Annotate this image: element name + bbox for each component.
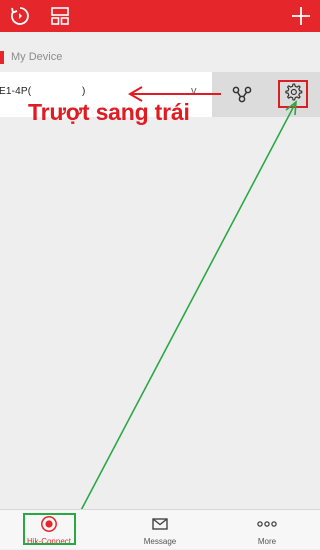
section-header: My Device [0,50,62,64]
swipe-left-annotation: Trượt sang trái [28,99,190,125]
section-title: My Device [11,51,63,63]
nav-label-message: Message [143,537,177,546]
device-action-panel [212,72,320,117]
hik-connect-icon [40,515,58,538]
mail-icon [151,515,169,538]
nav-label-more: More [257,537,277,546]
nav-item-hik-connect[interactable]: Hik-Connect [9,510,89,550]
add-icon[interactable] [289,4,313,28]
bottom-navigation: Hik-Connect Message More [0,509,320,549]
share-icon[interactable] [230,82,254,106]
nav-item-message[interactable]: Message [120,510,200,550]
nav-label-hik-connect: Hik-Connect [26,537,71,546]
pointer-arrow [77,100,297,517]
settings-button[interactable] [278,80,308,108]
refresh-clock-icon[interactable] [8,4,32,28]
gear-icon [283,82,303,107]
device-name: E1-4P( [0,86,32,97]
layout-grid-icon[interactable] [48,4,72,28]
device-expand-caret[interactable]: v [191,85,197,97]
nav-item-more[interactable]: More [227,510,307,550]
device-name-tail: ) [82,86,86,97]
more-dots-icon [256,515,278,538]
top-app-bar [0,0,320,32]
section-marker [0,50,4,64]
